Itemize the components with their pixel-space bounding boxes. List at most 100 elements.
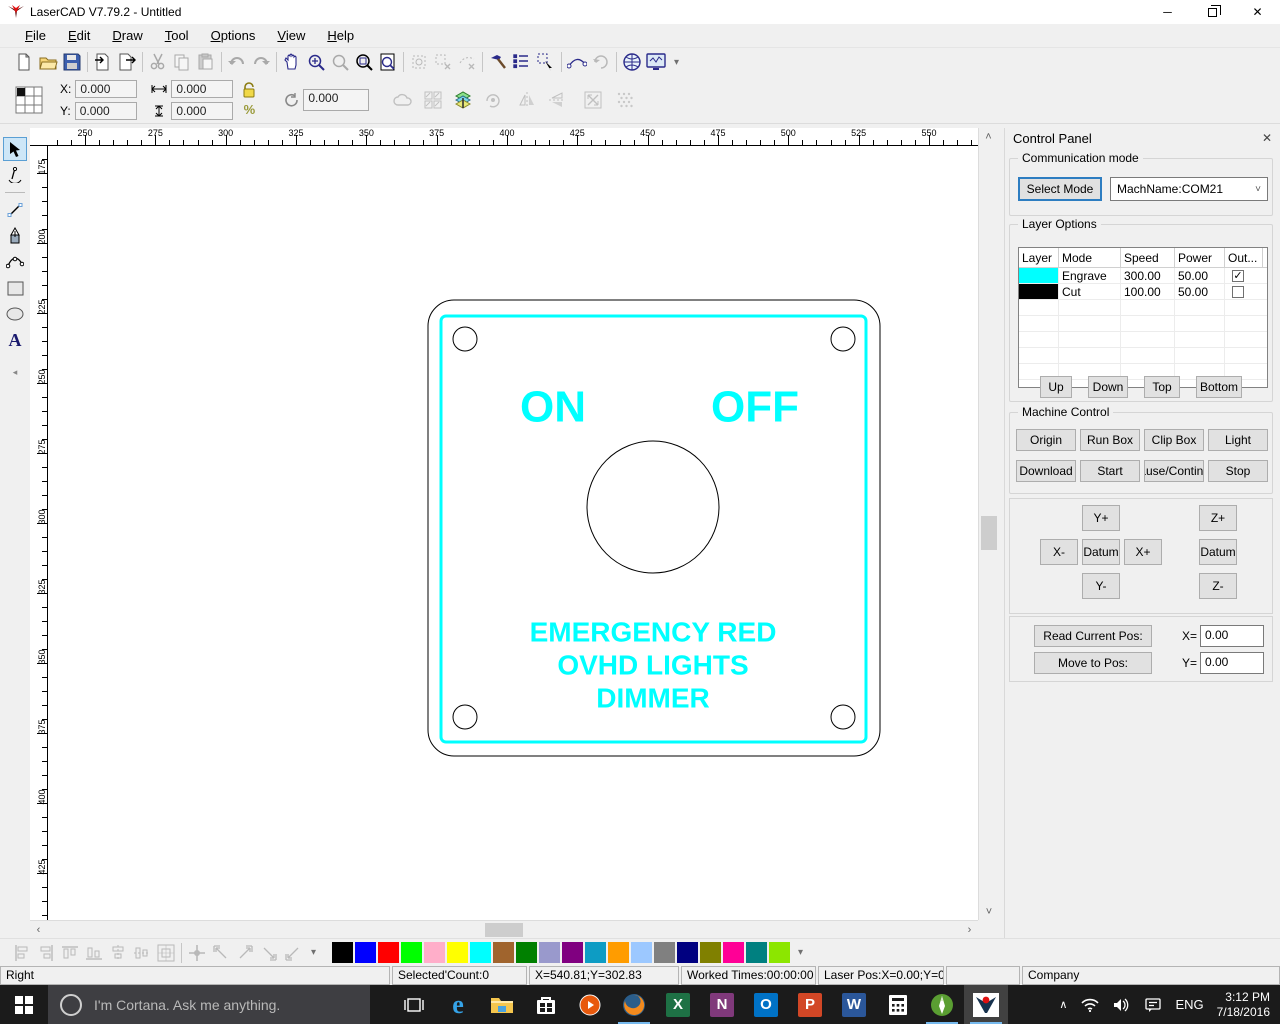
layer-table[interactable]: LayerModeSpeedPowerOut...Engrave300.0050… [1018,247,1268,388]
scroll-up-arrow[interactable]: ˄ [979,128,998,145]
export-button[interactable] [115,50,139,74]
palette-color-swatch[interactable] [562,942,583,963]
task-view-button[interactable] [392,985,436,1024]
new-file-button[interactable] [12,50,36,74]
minimize-button[interactable]: ─ [1145,0,1190,24]
start-button[interactable]: Start [1080,460,1140,482]
layer-output-checkbox[interactable]: ✓ [1232,270,1244,282]
layer-row[interactable]: Cut100.0050.00 [1019,284,1267,300]
jog-datum-button[interactable]: Datum [1082,539,1120,565]
layer-col-header[interactable]: Out... [1225,248,1263,267]
palette-color-swatch[interactable] [585,942,606,963]
media-app-button[interactable] [568,985,612,1024]
coreldraw-button[interactable] [920,985,964,1024]
menu-view[interactable]: View [266,25,316,46]
pause-continue-button[interactable]: Pause/Continue [1144,460,1204,482]
palette-collapse-arrow[interactable]: ◂ [13,367,18,378]
layer-up-button[interactable]: Up [1040,376,1072,398]
jog-x-minus-button[interactable]: X- [1040,539,1078,565]
palette-color-swatch[interactable] [378,942,399,963]
layer-col-header[interactable]: Power [1175,248,1225,267]
word-button[interactable]: W [832,985,876,1024]
jog-y-minus-button[interactable]: Y- [1082,573,1120,599]
pos-x-field[interactable]: 0.00 [1200,625,1264,647]
pen-tool[interactable] [3,224,27,248]
pos-y-field[interactable]: 0.00 [1200,652,1264,674]
node-edit-tool[interactable] [3,163,27,187]
vertical-scrollbar[interactable]: ˄ ˅ [978,128,998,920]
horizontal-scrollbar[interactable]: ‹ › [30,920,978,938]
scroll-right-arrow[interactable]: › [961,921,978,939]
taskbar-clock[interactable]: 3:12 PM 7/18/2016 [1211,990,1280,1020]
layer-top-button[interactable]: Top [1144,376,1180,398]
anchor-point-selector[interactable] [12,83,46,117]
height-field[interactable]: 0.000 [171,102,233,120]
rotate-field[interactable]: 0.000 [303,89,369,111]
menu-tool[interactable]: Tool [154,25,200,46]
vertical-scroll-thumb[interactable] [981,516,997,550]
palette-color-swatch[interactable] [447,942,468,963]
stop-button[interactable]: Stop [1208,460,1268,482]
origin-button[interactable]: Origin [1016,429,1076,451]
layer-speed-cell[interactable]: 300.00 [1121,268,1175,283]
palette-color-swatch[interactable] [470,942,491,963]
menu-options[interactable]: Options [200,25,267,46]
tools-button[interactable] [486,50,510,74]
palette-color-swatch[interactable] [631,942,652,963]
open-file-button[interactable] [36,50,60,74]
x-position-field[interactable]: 0.000 [75,80,137,98]
zoom-all-button[interactable] [352,50,376,74]
read-current-pos-button[interactable]: Read Current Pos: [1034,625,1152,647]
scroll-left-arrow[interactable]: ‹ [30,921,47,939]
bezier-tool[interactable] [3,250,27,274]
jog-z-minus-button[interactable]: Z- [1199,573,1237,599]
restore-button[interactable] [1190,0,1235,24]
zoom-page-button[interactable] [376,50,400,74]
palette-color-swatch[interactable] [608,942,629,963]
download-button[interactable]: Download [1016,460,1076,482]
mount-hole-top-left[interactable] [453,327,477,351]
text-tool[interactable]: A [3,328,27,352]
label-line3[interactable]: DIMMER [596,682,710,713]
outlook-button[interactable]: O [744,985,788,1024]
edge-browser-button[interactable]: e [436,985,480,1024]
file-explorer-button[interactable] [480,985,524,1024]
layer-color-swatch[interactable] [1019,268,1059,283]
cortana-search-box[interactable]: I'm Cortana. Ask me anything. [48,985,370,1024]
align-overflow-caret[interactable]: ▾ [311,947,316,958]
menu-file[interactable]: File [14,25,57,46]
palette-color-swatch[interactable] [516,942,537,963]
light-button[interactable]: Light [1208,429,1268,451]
pick-button[interactable] [534,50,558,74]
node-edit-button[interactable] [565,50,589,74]
tray-expand-caret[interactable]: ∧ [1052,998,1074,1011]
jog-y-plus-button[interactable]: Y+ [1082,505,1120,531]
array-button[interactable] [620,50,644,74]
start-button[interactable] [0,985,48,1024]
y-position-field[interactable]: 0.000 [75,102,137,120]
run-box-button[interactable]: Run Box [1080,429,1140,451]
layer-out-cell[interactable] [1225,284,1263,299]
label-line2[interactable]: OVHD LIGHTS [557,649,748,680]
powerpoint-button[interactable]: P [788,985,832,1024]
palette-color-swatch[interactable] [401,942,422,963]
scroll-down-arrow[interactable]: ˅ [979,903,999,920]
palette-color-swatch[interactable] [539,942,560,963]
machine-name-dropdown[interactable]: MachName:COM21 ˅ [1110,177,1268,201]
layer-color-swatch[interactable] [1019,284,1059,299]
layers-button[interactable] [451,88,475,112]
mount-hole-bottom-left[interactable] [453,705,477,729]
layer-mode-cell[interactable]: Engrave [1059,268,1121,283]
move-to-pos-button[interactable]: Move to Pos: [1034,652,1152,674]
line-tool[interactable] [3,198,27,222]
jog-x-plus-button[interactable]: X+ [1124,539,1162,565]
lock-ratio-icon[interactable] [241,82,257,98]
label-line1[interactable]: EMERGENCY RED [530,616,777,647]
jog-z-datum-button[interactable]: Datum [1199,539,1237,565]
layer-down-button[interactable]: Down [1088,376,1128,398]
store-button[interactable] [524,985,568,1024]
menu-edit[interactable]: Edit [57,25,101,46]
rectangle-tool[interactable] [3,276,27,300]
onenote-button[interactable]: N [700,985,744,1024]
palette-color-swatch[interactable] [355,942,376,963]
